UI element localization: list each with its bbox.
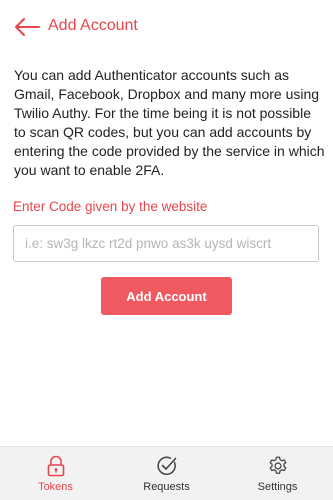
back-button[interactable] (12, 13, 42, 41)
code-field-label: Enter Code given by the website (13, 199, 208, 214)
lock-icon (45, 455, 67, 477)
nav-item-requests[interactable]: Requests (111, 447, 222, 500)
nav-label-settings: Settings (257, 481, 298, 493)
check-circle-icon (156, 455, 178, 477)
description-text: You can add Authenticator accounts such … (14, 67, 325, 178)
nav-label-tokens: Tokens (38, 481, 73, 493)
bottom-nav: Tokens Requests Settings (0, 446, 333, 500)
arrow-left-icon (15, 18, 40, 36)
page-title: Add Account (48, 17, 138, 34)
nav-label-requests: Requests (143, 481, 190, 493)
gear-icon (267, 455, 289, 477)
nav-item-tokens[interactable]: Tokens (0, 447, 111, 500)
nav-item-settings[interactable]: Settings (222, 447, 333, 500)
code-input[interactable] (13, 225, 319, 262)
add-account-screen: Add Account You can add Authenticator ac… (0, 0, 333, 500)
add-account-button[interactable]: Add Account (101, 277, 232, 315)
header: Add Account (0, 0, 333, 54)
